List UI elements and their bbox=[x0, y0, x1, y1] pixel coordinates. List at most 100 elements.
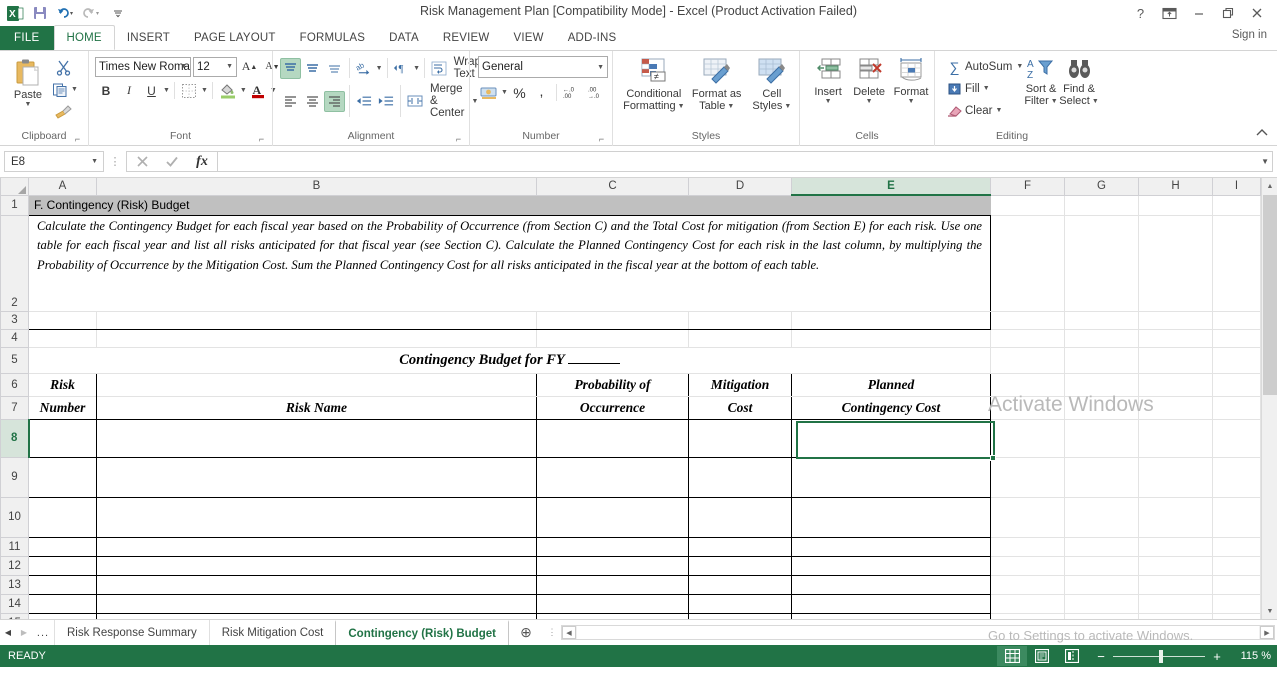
collapse-ribbon-icon[interactable] bbox=[1255, 128, 1269, 141]
align-top-button[interactable] bbox=[280, 57, 301, 79]
add-sheet-icon[interactable]: ⊕ bbox=[509, 624, 543, 641]
cell-a1[interactable]: F. Contingency (Risk) Budget bbox=[28, 194, 991, 216]
cell-e11[interactable] bbox=[791, 536, 991, 557]
row-header-3[interactable]: 3 bbox=[0, 310, 29, 330]
column-header-e[interactable]: E bbox=[791, 178, 991, 196]
cell-h12[interactable] bbox=[1138, 555, 1213, 576]
cell-a12[interactable] bbox=[28, 555, 97, 576]
comma-style-button[interactable]: , bbox=[531, 82, 552, 103]
accounting-format-dropdown-icon[interactable]: ▼ bbox=[501, 89, 508, 96]
fill-dropdown-icon[interactable]: ▼ bbox=[983, 85, 990, 92]
cell-a6[interactable]: Risk bbox=[28, 372, 97, 396]
sheet-tab-risk-response-summary[interactable]: Risk Response Summary bbox=[54, 620, 209, 645]
row-header-7[interactable]: 7 bbox=[0, 395, 29, 420]
row-header-2[interactable]: 2 bbox=[0, 214, 29, 312]
row-header-5[interactable]: 5 bbox=[0, 346, 29, 374]
clear-dropdown-icon[interactable]: ▼ bbox=[995, 107, 1002, 114]
name-box-dropdown-icon[interactable]: ▼ bbox=[91, 158, 98, 165]
first-sheet-icon[interactable]: ◀ bbox=[0, 628, 16, 637]
cell-h5[interactable] bbox=[1138, 346, 1213, 374]
cell-c6[interactable]: Probability of bbox=[536, 372, 689, 397]
cell-c9[interactable] bbox=[536, 456, 689, 498]
align-bottom-button[interactable] bbox=[324, 58, 345, 79]
autosum-label[interactable]: AutoSum bbox=[965, 61, 1012, 73]
row-header-9[interactable]: 9 bbox=[0, 456, 29, 498]
column-header-h[interactable]: H bbox=[1138, 178, 1213, 196]
help-icon[interactable]: ? bbox=[1126, 2, 1155, 24]
borders-icon[interactable] bbox=[179, 80, 200, 101]
cell-h10[interactable] bbox=[1138, 496, 1213, 538]
page-layout-view-icon[interactable] bbox=[1027, 646, 1057, 666]
cell-g12[interactable] bbox=[1064, 555, 1139, 576]
cell-c12[interactable] bbox=[536, 555, 689, 576]
cell-d12[interactable] bbox=[688, 555, 792, 576]
cell-i2[interactable] bbox=[1212, 214, 1261, 312]
fill-color-icon[interactable] bbox=[217, 80, 239, 101]
align-center-button[interactable] bbox=[302, 91, 323, 112]
row-header-4[interactable]: 4 bbox=[0, 328, 29, 348]
cell-e10[interactable] bbox=[791, 496, 991, 538]
cell-f2[interactable] bbox=[990, 214, 1065, 312]
cell-g8[interactable] bbox=[1064, 418, 1139, 458]
clear-icon[interactable] bbox=[944, 100, 965, 121]
align-middle-button[interactable] bbox=[302, 58, 323, 79]
confirm-edit-icon[interactable] bbox=[157, 151, 187, 172]
fill-color-dropdown-icon[interactable]: ▼ bbox=[240, 87, 247, 94]
fill-label[interactable]: Fill bbox=[965, 83, 980, 95]
cell-c7[interactable]: Occurrence bbox=[536, 395, 689, 420]
cell-f10[interactable] bbox=[990, 496, 1065, 538]
cell-i12[interactable] bbox=[1212, 555, 1261, 576]
cell-b7[interactable]: Risk Name bbox=[96, 395, 537, 420]
cell-d7[interactable]: Cost bbox=[688, 395, 792, 420]
more-sheets-icon[interactable]: ... bbox=[32, 627, 54, 639]
cell-a10[interactable] bbox=[28, 496, 97, 538]
borders-dropdown-icon[interactable]: ▼ bbox=[201, 87, 208, 94]
formula-input[interactable]: ▼ bbox=[217, 151, 1273, 172]
number-dialog-launcher-icon[interactable]: ⌐ bbox=[597, 135, 606, 144]
sign-in-link[interactable]: Sign in bbox=[1232, 29, 1267, 41]
cell-i5[interactable] bbox=[1212, 346, 1261, 374]
clipboard-dialog-launcher-icon[interactable]: ⌐ bbox=[73, 135, 82, 144]
cell-h14[interactable] bbox=[1138, 593, 1213, 614]
minimize-icon[interactable] bbox=[1184, 2, 1213, 24]
horizontal-scrollbar-thumb[interactable] bbox=[576, 626, 1259, 639]
zoom-slider-thumb[interactable] bbox=[1159, 649, 1163, 663]
ribbon-display-options-icon[interactable] bbox=[1155, 2, 1184, 24]
grow-font-icon[interactable]: A ▲ bbox=[239, 56, 260, 77]
cell-i6[interactable] bbox=[1212, 372, 1261, 397]
column-header-b[interactable]: B bbox=[96, 178, 537, 196]
increase-indent-button[interactable] bbox=[375, 91, 396, 112]
row-header-1[interactable]: 1 bbox=[0, 194, 29, 216]
cell-i1[interactable] bbox=[1212, 194, 1261, 216]
cell-f4[interactable] bbox=[990, 328, 1065, 348]
cell-f3[interactable] bbox=[990, 310, 1065, 330]
cell-g10[interactable] bbox=[1064, 496, 1139, 538]
merge-center-icon[interactable] bbox=[405, 91, 426, 112]
insert-function-icon[interactable]: fx bbox=[187, 151, 217, 172]
alignment-dialog-launcher-icon[interactable]: ⌐ bbox=[454, 135, 463, 144]
cell-b6[interactable] bbox=[96, 372, 537, 397]
name-box[interactable]: E8 ▼ bbox=[4, 151, 104, 172]
cell-b4[interactable] bbox=[96, 328, 537, 348]
paste-dropdown-icon[interactable]: ▼ bbox=[25, 101, 32, 108]
cell-h2[interactable] bbox=[1138, 214, 1213, 312]
cell-a9[interactable] bbox=[28, 456, 97, 498]
cancel-edit-icon[interactable] bbox=[127, 151, 157, 172]
delete-cells-button[interactable]: Delete ▼ bbox=[849, 56, 889, 106]
cell-e12[interactable] bbox=[791, 555, 991, 576]
tab-add-ins[interactable]: ADD-INS bbox=[556, 26, 629, 50]
text-direction-icon[interactable]: ¶ bbox=[391, 58, 412, 79]
merge-center-label[interactable]: Merge & Center bbox=[430, 83, 468, 119]
cell-g2[interactable] bbox=[1064, 214, 1139, 312]
italic-button[interactable]: I bbox=[118, 80, 140, 101]
conditional-formatting-button[interactable]: ≠ Conditional Formatting ▼ bbox=[622, 56, 686, 113]
customize-quick-access-icon[interactable] bbox=[106, 2, 130, 24]
cell-d10[interactable] bbox=[688, 496, 792, 538]
cell-d14[interactable] bbox=[688, 593, 792, 614]
underline-button[interactable]: U bbox=[141, 80, 162, 101]
tab-file[interactable]: FILE bbox=[0, 26, 54, 50]
percent-style-button[interactable]: % bbox=[509, 82, 530, 103]
cell-i7[interactable] bbox=[1212, 395, 1261, 420]
cell-a2[interactable]: Calculate the Contingency Budget for eac… bbox=[28, 214, 991, 312]
cell-h11[interactable] bbox=[1138, 536, 1213, 557]
